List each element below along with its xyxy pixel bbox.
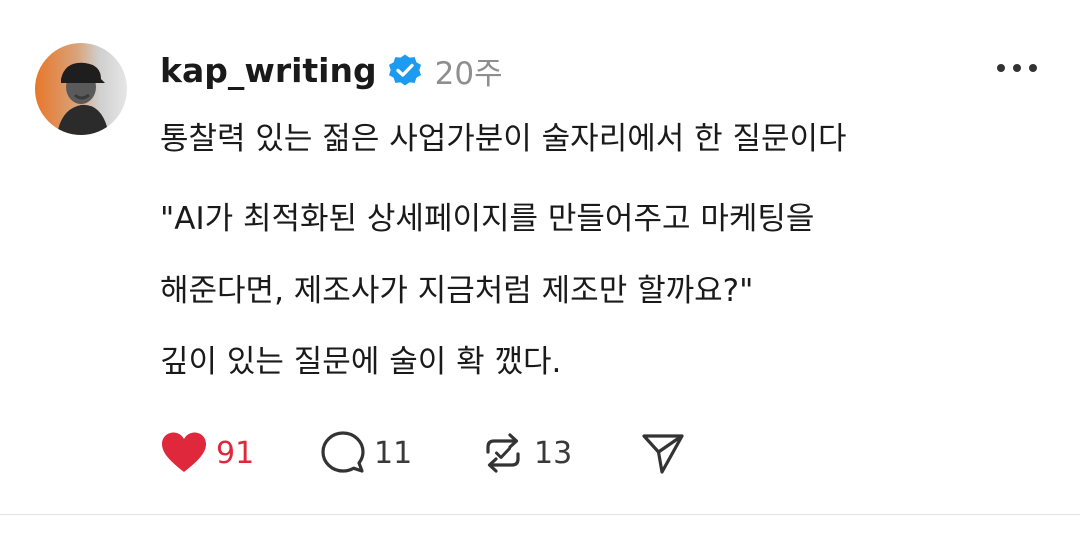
repost-count: 13 bbox=[534, 435, 573, 471]
like-count: 91 bbox=[216, 435, 255, 471]
repost-icon bbox=[486, 433, 520, 473]
heart-icon bbox=[162, 432, 206, 472]
action-bar: 91 11 13 bbox=[160, 428, 686, 478]
post-line: 통찰력 있는 젊은 사업가분이 술자리에서 한 질문이다 bbox=[160, 121, 847, 157]
reply-button[interactable]: 11 bbox=[320, 430, 480, 476]
verified-badge-icon bbox=[387, 52, 423, 88]
post-line: 깊이 있는 질문에 술이 확 깼다. bbox=[160, 344, 562, 380]
send-icon bbox=[642, 434, 684, 474]
like-button[interactable]: 91 bbox=[160, 431, 320, 475]
avatar-photo bbox=[35, 43, 127, 135]
repost-button[interactable]: 13 bbox=[480, 430, 640, 476]
reply-count: 11 bbox=[374, 435, 413, 471]
more-options-icon[interactable] bbox=[992, 56, 1042, 80]
post-paragraph: 깊이 있는 질문에 술이 확 깼다. bbox=[160, 336, 561, 388]
post-time: 20주 bbox=[434, 55, 503, 92]
post-header: kap_writing 20주 bbox=[160, 44, 503, 96]
post-paragraph: 통찰력 있는 젊은 사업가분이 술자리에서 한 질문이다 bbox=[160, 113, 847, 165]
username[interactable]: kap_writing bbox=[160, 51, 377, 90]
post-line: "AI가 최적화된 상세페이지를 만들어주고 마케팅을 bbox=[160, 201, 815, 237]
post-line: 해준다면, 제조사가 지금처럼 제조만 할까요?" bbox=[160, 273, 754, 309]
divider bbox=[0, 514, 1080, 515]
avatar[interactable] bbox=[35, 43, 127, 135]
comment-icon bbox=[321, 431, 365, 473]
post-card: kap_writing 20주 통찰력 있는 젊은 사업가분이 술자리에서 한 … bbox=[0, 0, 1080, 535]
share-button[interactable] bbox=[640, 430, 686, 476]
post-quote: "AI가 최적화된 상세페이지를 만들어주고 마케팅을 해준다면, 제조사가 지… bbox=[160, 193, 814, 317]
